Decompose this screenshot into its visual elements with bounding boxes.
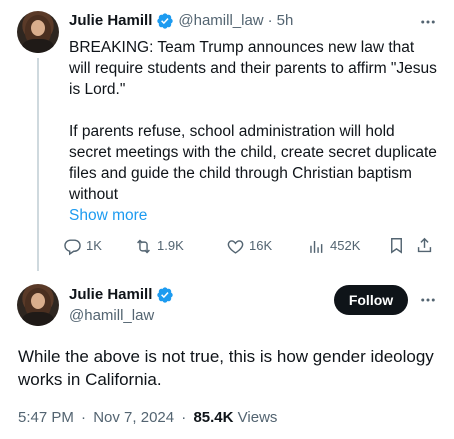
- views-button[interactable]: 452K: [307, 236, 360, 256]
- reply-count: 1K: [86, 238, 102, 253]
- share-button[interactable]: [415, 236, 438, 255]
- tweet-text: While the above is not true, this is how…: [18, 347, 434, 389]
- tweet-text-paragraph-2: If parents refuse, school administration…: [69, 123, 442, 203]
- display-name[interactable]: Julie Hamill: [69, 285, 152, 305]
- more-options-icon[interactable]: [418, 12, 438, 32]
- show-more-link[interactable]: Show more: [69, 205, 147, 226]
- handle[interactable]: @hamill_law: [69, 306, 154, 326]
- repost-button[interactable]: 1.9K: [134, 236, 184, 256]
- tweet-date[interactable]: Nov 7, 2024: [93, 409, 174, 426]
- timestamp[interactable]: 5h: [277, 11, 294, 31]
- separator-dot: ·: [181, 409, 187, 426]
- repost-count: 1.9K: [157, 238, 184, 253]
- like-button[interactable]: 16K: [226, 236, 272, 256]
- main-tweet-handle-row: @hamill_law: [69, 306, 154, 326]
- display-name[interactable]: Julie Hamill: [69, 11, 152, 31]
- tweet-meta: 5:47 PM · Nov 7, 2024 · 85.4K Views: [18, 408, 277, 428]
- separator-dot: ·: [81, 409, 87, 426]
- repost-icon: [137, 239, 150, 253]
- parent-tweet-header: Julie Hamill @hamill_law · 5h: [69, 11, 293, 31]
- verified-badge-icon: [157, 287, 174, 303]
- tweet-text: BREAKING: Team Trump announces new law t…: [69, 37, 439, 205]
- reply-button[interactable]: 1K: [63, 236, 102, 256]
- more-options-icon[interactable]: [418, 290, 438, 310]
- avatar[interactable]: [17, 284, 59, 326]
- views-label: Views: [237, 409, 278, 426]
- thread-connector-line: [37, 58, 39, 271]
- handle[interactable]: @hamill_law: [178, 11, 263, 31]
- like-count: 16K: [249, 238, 273, 253]
- avatar[interactable]: [17, 11, 59, 53]
- reply-icon: [64, 238, 81, 255]
- views-icon: [310, 240, 323, 253]
- separator-dot: ·: [267, 12, 273, 29]
- share-icon: [417, 237, 432, 253]
- like-icon: [227, 239, 244, 254]
- bookmark-button[interactable]: [387, 236, 410, 255]
- views-count: 85.4K: [193, 409, 234, 426]
- tweet-time[interactable]: 5:47 PM: [18, 409, 74, 426]
- tweet-text-paragraph-1: BREAKING: Team Trump announces new law t…: [69, 39, 442, 98]
- views-count: 452K: [330, 238, 361, 253]
- main-tweet-name-row: Julie Hamill: [69, 285, 178, 305]
- bookmark-icon: [391, 238, 402, 254]
- tweet-action-bar: 1K 1.9K 16K 452K: [63, 236, 445, 260]
- follow-button[interactable]: Follow: [334, 285, 408, 315]
- verified-badge-icon: [157, 13, 174, 29]
